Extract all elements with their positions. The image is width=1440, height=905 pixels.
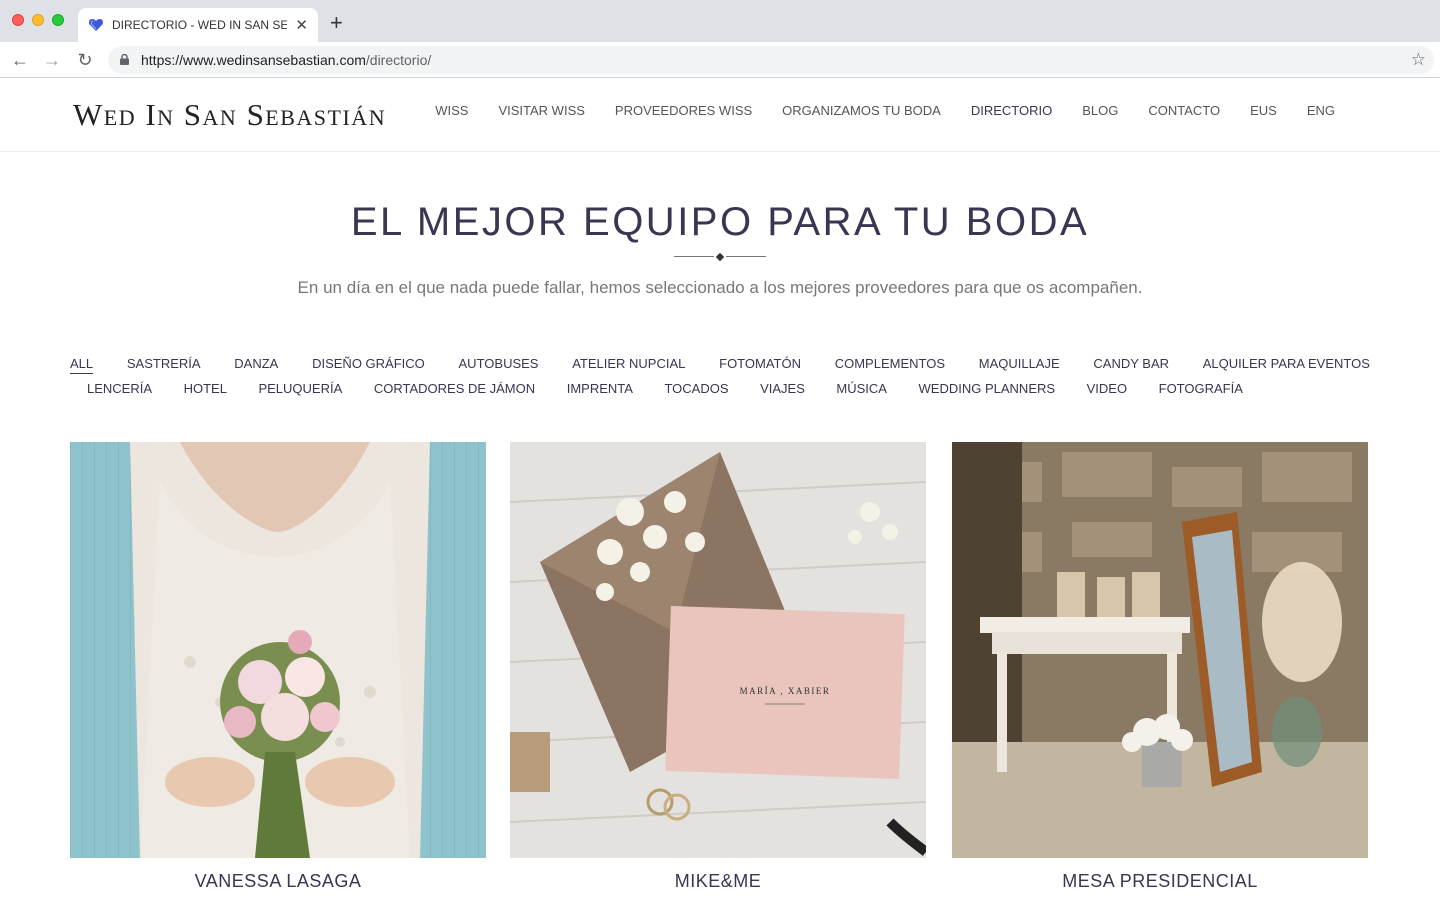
filter-lenceria[interactable]: LENCERÍA (87, 381, 152, 396)
filter-diseno-grafico[interactable]: DISEÑO GRÁFICO (312, 356, 425, 371)
nav-item-eng[interactable]: ENG (1292, 103, 1350, 119)
browser-toolbar: ← → ↻ https://www.wedinsansebastian.com/… (0, 42, 1440, 78)
nav-item-eus[interactable]: EUS (1235, 103, 1292, 119)
provider-card[interactable]: MESA PRESIDENCIAL (952, 442, 1368, 892)
filter-peluqueria[interactable]: PELUQUERÍA (258, 381, 342, 396)
site-logo[interactable]: Wed In San Sebastián (73, 97, 386, 133)
filter-hotel[interactable]: HOTEL (184, 381, 227, 396)
filter-candy-bar[interactable]: CANDY BAR (1093, 356, 1169, 371)
card-title[interactable]: VANESSA LASAGA (70, 871, 486, 892)
filter-danza[interactable]: DANZA (234, 356, 278, 371)
nav-item-proveedores-wiss[interactable]: PROVEEDORES WISS (600, 103, 767, 119)
nav-item-wiss[interactable]: WISS (420, 103, 483, 119)
table-setting-illustration (952, 442, 1368, 858)
invitation-image[interactable]: MARÍA , XABIER (510, 442, 926, 858)
filter-video[interactable]: VIDEO (1087, 381, 1127, 396)
nav-item-contacto[interactable]: CONTACTO (1133, 103, 1235, 119)
invitation-names: MARÍA , XABIER (740, 686, 831, 696)
filter-fotomaton[interactable]: FOTOMATÓN (719, 356, 801, 371)
nav-item-directorio[interactable]: DIRECTORIO (956, 103, 1067, 119)
maximize-window-button[interactable] (52, 14, 64, 26)
filter-viajes[interactable]: VIAJES (760, 381, 805, 396)
filter-musica[interactable]: MÚSICA (836, 381, 887, 396)
provider-card[interactable]: VANESSA LASAGA (70, 442, 486, 892)
url-text: https://www.wedinsansebastian.com/direct… (141, 52, 431, 68)
filter-complementos[interactable]: COMPLEMENTOS (835, 356, 945, 371)
category-filters-row1: ALL SASTRERÍA DANZA DISEÑO GRÁFICO AUTOB… (70, 356, 1370, 374)
filter-alquiler-para-eventos[interactable]: ALQUILER PARA EVENTOS (1203, 356, 1370, 371)
reload-icon[interactable]: ↻ (75, 50, 95, 70)
back-icon[interactable]: ← (10, 50, 30, 70)
card-title[interactable]: MESA PRESIDENCIAL (952, 871, 1368, 892)
nav-item-organizamos-tu-boda[interactable]: ORGANIZAMOS TU BODA (767, 103, 956, 119)
bride-bouquet-illustration (70, 442, 486, 858)
heart-favicon-icon (88, 19, 103, 31)
page-subtitle: En un día en el que nada puede fallar, h… (297, 278, 1143, 297)
page-title: EL MEJOR EQUIPO PARA TU BODA (350, 200, 1090, 244)
card-title[interactable]: MIKE&ME (510, 871, 926, 892)
diamond-icon (715, 252, 725, 262)
filter-tocados[interactable]: TOCADOS (664, 381, 728, 396)
url-domain: https://www.wedinsansebastian.com (141, 52, 366, 68)
category-filters-row2: LENCERÍA HOTEL PELUQUERÍA CORTADORES DE … (87, 381, 1243, 396)
provider-card[interactable]: MARÍA , XABIER MIKE&ME (510, 442, 926, 892)
address-bar[interactable]: https://www.wedinsansebastian.com/direct… (108, 46, 1434, 74)
tab-title: DIRECTORIO - WED IN SAN SEBASTIÁN (111, 18, 288, 32)
filter-atelier-nupcial[interactable]: ATELIER NUPCIAL (572, 356, 685, 371)
filter-all[interactable]: ALL (70, 356, 94, 374)
minimize-window-button[interactable] (32, 14, 44, 26)
bride-bouquet-image[interactable] (70, 442, 486, 858)
filter-sastreria[interactable]: SASTRERÍA (127, 356, 201, 371)
filter-fotografia[interactable]: FOTOGRAFÍA (1159, 381, 1243, 396)
table-setting-image[interactable] (952, 442, 1368, 858)
filter-autobuses[interactable]: AUTOBUSES (459, 356, 539, 371)
tab-close-icon[interactable]: ✕ (295, 16, 308, 34)
star-icon[interactable]: ☆ (1411, 50, 1426, 70)
new-tab-button[interactable]: + (330, 12, 343, 34)
main-nav: WISS VISITAR WISS PROVEEDORES WISS ORGAN… (420, 103, 1350, 119)
filter-wedding-planners[interactable]: WEDDING PLANNERS (919, 381, 1056, 396)
invitation-illustration: MARÍA , XABIER (510, 442, 926, 858)
nav-item-blog[interactable]: BLOG (1067, 103, 1133, 119)
lock-icon (120, 54, 129, 65)
browser-tab-strip: DIRECTORIO - WED IN SAN SEBASTIÁN ✕ + (0, 0, 1440, 42)
filter-cortadores-de-jamon[interactable]: CORTADORES DE JÁMON (374, 381, 535, 396)
site-header: Wed In San Sebastián WISS VISITAR WISS P… (0, 79, 1440, 152)
title-divider (674, 251, 766, 263)
browser-tab[interactable]: DIRECTORIO - WED IN SAN SEBASTIÁN ✕ (78, 8, 318, 42)
filter-maquillaje[interactable]: MAQUILLAJE (979, 356, 1060, 371)
forward-icon[interactable]: → (42, 50, 62, 70)
nav-item-visitar-wiss[interactable]: VISITAR WISS (483, 103, 599, 119)
close-window-button[interactable] (12, 14, 24, 26)
url-path: /directorio/ (365, 52, 432, 68)
filter-imprenta[interactable]: IMPRENTA (567, 381, 633, 396)
